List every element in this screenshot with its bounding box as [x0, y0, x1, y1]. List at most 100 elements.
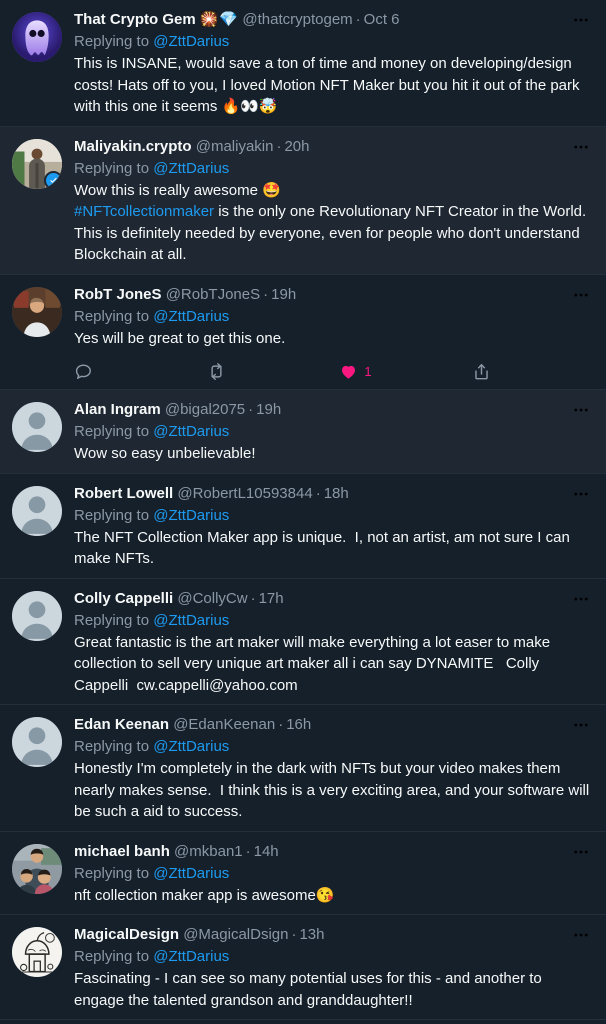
more-options-icon[interactable] — [556, 925, 590, 945]
author-handle[interactable]: @mkban1 — [174, 843, 243, 860]
like-icon — [339, 362, 358, 381]
tweet-text-segment: nft collection maker app is awesome😘 — [74, 886, 335, 904]
timestamp[interactable]: Oct 6 — [364, 11, 400, 28]
timestamp[interactable]: 13h — [299, 926, 324, 943]
reply-thread: That Crypto Gem 🎇💎 @thatcryptogem · Oct 6R… — [0, 0, 606, 1020]
avatar[interactable] — [12, 717, 62, 767]
author-line: Maliyakin.crypto @maliyakin · 20h — [74, 137, 556, 157]
replying-to-handle-link[interactable]: @ZttDarius — [153, 612, 229, 629]
display-name[interactable]: Robert Lowell — [74, 485, 173, 502]
tweet-header: Robert Lowell @RobertL10593844 · 18h — [74, 484, 590, 504]
tweet[interactable]: Colly Cappelli @CollyCw · 17h Replying to @… — [0, 578, 606, 705]
author-handle[interactable]: @bigal2075 — [165, 401, 245, 418]
tweet-header: Maliyakin.crypto @maliyakin · 20h — [74, 137, 590, 157]
replying-to: Replying to @ZttDarius — [74, 505, 590, 526]
tweet-content: michael banh @mkban1 · 14h Replying to @Ztt… — [74, 842, 594, 907]
author-line: michael banh @mkban1 · 14h — [74, 842, 556, 862]
author-handle[interactable]: @CollyCw — [177, 590, 247, 607]
more-options-icon[interactable] — [556, 285, 590, 305]
author-handle[interactable]: @MagicalDsign — [183, 926, 288, 943]
more-options-icon[interactable] — [556, 715, 590, 735]
replying-to-handle-link[interactable]: @ZttDarius — [153, 33, 229, 50]
display-name[interactable]: michael banh — [74, 843, 170, 860]
separator-dot: · — [315, 484, 321, 502]
replying-to: Replying to @ZttDarius — [74, 31, 590, 52]
tweet-header: RobT JoneS @RobTJoneS · 19h — [74, 285, 590, 305]
separator-dot: · — [276, 137, 282, 155]
timestamp[interactable]: 14h — [254, 843, 279, 860]
avatar[interactable] — [12, 485, 62, 536]
display-name[interactable]: RobT JoneS — [74, 286, 162, 303]
replying-to: Replying to @ZttDarius — [74, 946, 590, 967]
reply-button[interactable] — [74, 362, 207, 381]
timestamp[interactable]: 16h — [286, 716, 311, 733]
tweet-text-segment: Yes will be great to get this one. — [74, 329, 286, 347]
tweet-text-segment: Honestly I'm completely in the dark with… — [74, 760, 594, 820]
tweet[interactable]: Robert Lowell @RobertL10593844 · 18h Replyi… — [0, 473, 606, 579]
display-name[interactable]: Edan Keenan — [74, 716, 169, 733]
replying-to-handle-link[interactable]: @ZttDarius — [153, 308, 229, 325]
avatar[interactable] — [12, 590, 62, 641]
tweet[interactable]: Alan Ingram @bigal2075 · 19h Replying to @Z… — [0, 390, 606, 474]
display-name[interactable]: MagicalDesign — [74, 926, 179, 943]
avatar[interactable] — [12, 286, 62, 337]
tweet[interactable]: That Crypto Gem 🎇💎 @thatcryptogem · Oct 6R… — [0, 0, 606, 127]
more-options-icon[interactable] — [556, 484, 590, 504]
tweet[interactable]: michael banh @mkban1 · 14h Replying to @Ztt… — [0, 831, 606, 915]
replying-to-handle-link[interactable]: @ZttDarius — [153, 423, 229, 440]
timestamp[interactable]: 19h — [271, 286, 296, 303]
tweet-header: Edan Keenan @EdanKeenan · 16h — [74, 715, 590, 735]
timestamp[interactable]: 17h — [259, 590, 284, 607]
avatar-column — [12, 400, 74, 465]
display-name[interactable]: That Crypto Gem — [74, 11, 196, 28]
author-handle[interactable]: @thatcryptogem — [242, 11, 352, 28]
more-options-icon[interactable] — [556, 137, 590, 157]
tweet-header: Alan Ingram @bigal2075 · 19h — [74, 400, 590, 420]
replying-to-handle-link[interactable]: @ZttDarius — [153, 948, 229, 965]
avatar[interactable] — [12, 138, 62, 189]
author-line: That Crypto Gem 🎇💎 @thatcryptogem · Oct 6 — [74, 10, 556, 30]
avatar[interactable] — [12, 12, 62, 62]
replying-to-handle-link[interactable]: @ZttDarius — [153, 865, 229, 882]
author-handle[interactable]: @RobertL10593844 — [177, 485, 312, 502]
avatar[interactable] — [12, 843, 62, 894]
share-button[interactable] — [472, 362, 491, 381]
tweet[interactable]: Maliyakin.crypto @maliyakin · 20h Replying … — [0, 126, 606, 275]
retweet-button[interactable] — [207, 362, 340, 381]
replying-to-label: Replying to — [74, 864, 154, 882]
hashtag-link[interactable]: #NFTcollectionmaker — [74, 203, 214, 220]
tweet-content: Colly Cappelli @CollyCw · 17h Replying to @… — [74, 589, 594, 697]
display-name[interactable]: Alan Ingram — [74, 401, 161, 418]
tweet[interactable]: Edan Keenan @EdanKeenan · 16h Replying to @… — [0, 705, 606, 832]
avatar-column — [12, 484, 74, 570]
like-count: 1 — [364, 364, 372, 379]
like-button[interactable]: 1 — [339, 362, 472, 381]
avatar[interactable] — [12, 402, 62, 452]
more-options-icon[interactable] — [556, 589, 590, 609]
timestamp[interactable]: 18h — [324, 485, 349, 502]
timestamp[interactable]: 20h — [284, 138, 309, 155]
display-name[interactable]: Colly Cappelli — [74, 590, 173, 607]
replying-to-handle-link[interactable]: @ZttDarius — [153, 738, 229, 755]
timestamp[interactable]: 19h — [256, 401, 281, 418]
tweet[interactable]: MagicalDesign @MagicalDsign · 13h Replying … — [0, 915, 606, 1020]
replying-to-handle-link[interactable]: @ZttDarius — [153, 160, 229, 177]
tweet-text: Honestly I'm completely in the dark with… — [74, 758, 590, 823]
author-handle[interactable]: @RobTJoneS — [166, 286, 260, 303]
replying-to: Replying to @ZttDarius — [74, 158, 590, 179]
tweet-text: Wow this is really awesome 🤩 #NFTcollect… — [74, 180, 590, 266]
tweet[interactable]: RobT JoneS @RobTJoneS · 19h Replying to @Zt… — [0, 274, 606, 390]
more-options-icon[interactable] — [556, 10, 590, 30]
tweet-content: Edan Keenan @EdanKeenan · 16h Replying to @… — [74, 715, 594, 823]
more-options-icon[interactable] — [556, 842, 590, 862]
avatar-column — [12, 285, 74, 382]
tweet-content: RobT JoneS @RobTJoneS · 19h Replying to @Zt… — [74, 285, 594, 382]
author-handle[interactable]: @EdanKeenan — [173, 716, 275, 733]
display-name[interactable]: Maliyakin.crypto — [74, 138, 192, 155]
author-line: MagicalDesign @MagicalDsign · 13h — [74, 925, 556, 945]
replying-to-label: Replying to — [74, 611, 154, 629]
replying-to-handle-link[interactable]: @ZttDarius — [153, 507, 229, 524]
avatar[interactable] — [12, 927, 62, 977]
more-options-icon[interactable] — [556, 400, 590, 420]
author-handle[interactable]: @maliyakin — [196, 138, 274, 155]
